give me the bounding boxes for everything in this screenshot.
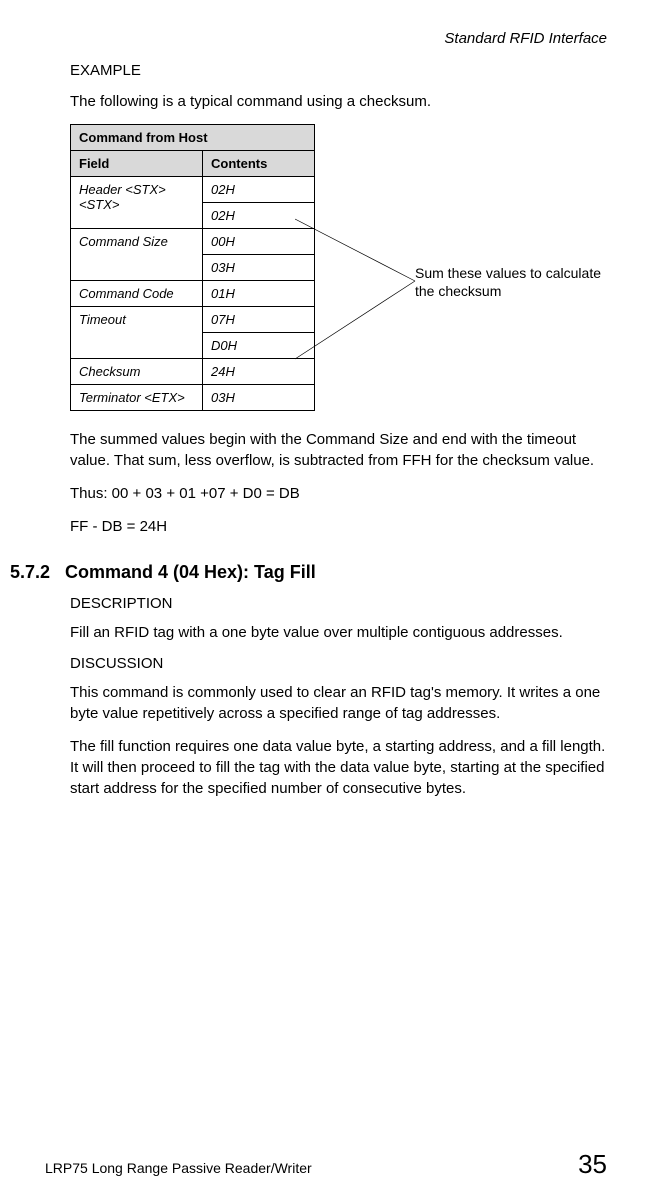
col-contents: Contents <box>203 151 315 177</box>
row-checksum-field: Checksum <box>71 359 203 385</box>
desc-label: DESCRIPTION <box>70 595 607 612</box>
row-cmdsize-field: Command Size <box>71 229 203 281</box>
post-p2: Thus: 00 + 03 + 01 +07 + D0 = DB <box>70 483 607 504</box>
footer-doc: LRP75 Long Range Passive Reader/Writer <box>45 1160 312 1176</box>
row-terminator-field: Terminator <ETX> <box>71 385 203 411</box>
disc-p1: This command is commonly used to clear a… <box>70 682 607 724</box>
footer-page: 35 <box>578 1149 607 1180</box>
row-timeout-c1: 07H <box>203 307 315 333</box>
row-cmdsize-c2: 03H <box>203 255 315 281</box>
example-intro: The following is a typical command using… <box>70 91 607 112</box>
disc-label: DISCUSSION <box>70 655 607 672</box>
command-table: Command from Host Field Contents Header … <box>70 124 315 411</box>
page-footer: LRP75 Long Range Passive Reader/Writer 3… <box>45 1149 607 1180</box>
callout-text: Sum these values to calculate the checks… <box>415 264 615 300</box>
row-header-c2: 02H <box>203 203 315 229</box>
page-header: Standard RFID Interface <box>70 30 607 47</box>
row-timeout-field: Timeout <box>71 307 203 359</box>
desc-text: Fill an RFID tag with a one byte value o… <box>70 622 607 643</box>
row-timeout-c2: D0H <box>203 333 315 359</box>
example-label: EXAMPLE <box>70 62 607 79</box>
row-header-c1: 02H <box>203 177 315 203</box>
row-cmdsize-c1: 00H <box>203 229 315 255</box>
row-cmdcode-c1: 01H <box>203 281 315 307</box>
post-p1: The summed values begin with the Command… <box>70 429 607 471</box>
row-cmdcode-field: Command Code <box>71 281 203 307</box>
post-p3: FF - DB = 24H <box>70 516 607 537</box>
row-header-field: Header <STX><STX> <box>71 177 203 229</box>
row-terminator-c1: 03H <box>203 385 315 411</box>
section-num: 5.7.2 <box>10 562 65 583</box>
section-title: Command 4 (04 Hex): Tag Fill <box>65 562 316 582</box>
row-checksum-c1: 24H <box>203 359 315 385</box>
section-heading: 5.7.2Command 4 (04 Hex): Tag Fill <box>10 562 607 583</box>
disc-p2: The fill function requires one data valu… <box>70 736 607 799</box>
col-field: Field <box>71 151 203 177</box>
table-title: Command from Host <box>71 125 315 151</box>
